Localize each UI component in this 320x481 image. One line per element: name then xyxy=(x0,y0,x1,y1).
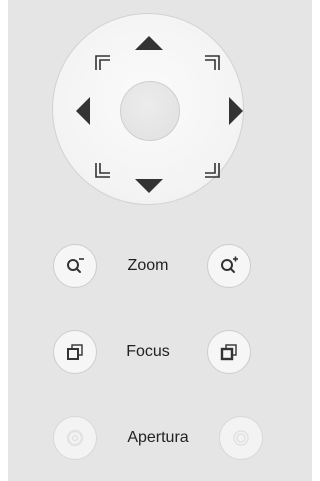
focus-near-icon xyxy=(65,342,85,362)
aperture-close-icon xyxy=(64,427,86,449)
triangle-left-icon[interactable] xyxy=(75,96,91,126)
focus-label: Focus xyxy=(126,343,170,360)
corner-down-left-icon[interactable] xyxy=(95,162,111,178)
zoom-out-icon xyxy=(65,256,85,276)
corner-up-left-icon[interactable] xyxy=(95,55,111,71)
focus-far-icon xyxy=(219,342,239,362)
aperture-open-button[interactable] xyxy=(219,416,263,460)
zoom-out-button[interactable] xyxy=(53,244,97,288)
ptz-center-button[interactable] xyxy=(120,81,180,141)
corner-up-right-icon[interactable] xyxy=(204,55,220,71)
zoom-in-button[interactable] xyxy=(207,244,251,288)
triangle-up-icon[interactable] xyxy=(134,35,164,51)
focus-near-button[interactable] xyxy=(53,330,97,374)
corner-down-right-icon[interactable] xyxy=(204,162,220,178)
aperture-open-icon xyxy=(230,427,252,449)
zoom-in-icon xyxy=(219,256,239,276)
focus-far-button[interactable] xyxy=(207,330,251,374)
triangle-down-icon[interactable] xyxy=(134,178,164,194)
ptz-direction-pad xyxy=(52,13,244,205)
aperture-label: Apertura xyxy=(127,429,189,446)
aperture-close-button[interactable] xyxy=(53,416,97,460)
zoom-label: Zoom xyxy=(127,257,169,274)
triangle-right-icon[interactable] xyxy=(228,96,244,126)
